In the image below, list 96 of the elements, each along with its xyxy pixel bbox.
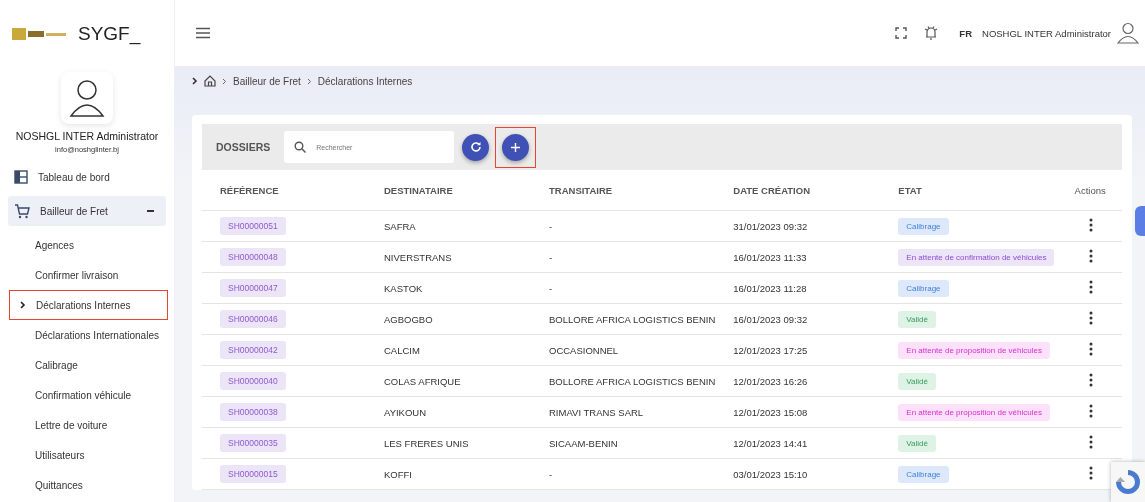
table-cell: CALCIM: [384, 344, 420, 356]
more-icon[interactable]: [1088, 342, 1093, 356]
table-cell: 16/01/2023 11:33: [733, 251, 807, 263]
reference-tag[interactable]: SH00000051: [220, 217, 286, 235]
breadcrumb-item: Déclarations Internes: [317, 75, 413, 87]
reference-tag[interactable]: SH00000048: [220, 248, 286, 266]
table-cell: -: [549, 251, 553, 263]
nav-item[interactable]: Lettre de voiture: [8, 410, 166, 440]
table-cell: 16/01/2023 11:28: [733, 282, 807, 294]
nav-item[interactable]: Bailleur de Fret: [8, 196, 166, 226]
reference-tag[interactable]: SH00000042: [220, 341, 286, 359]
table-cell: 03/01/2023 15:10: [733, 468, 808, 480]
more-icon[interactable]: [1088, 373, 1093, 387]
status-tag: Calibrage: [898, 217, 949, 235]
more-icon[interactable]: [1088, 249, 1093, 263]
separator-icon: [306, 77, 312, 85]
column-header: TRANSITAIRE: [531, 170, 716, 211]
column-header: RÉFÉRENCE: [202, 170, 366, 211]
chevron-icon: [192, 77, 198, 85]
table-cell: SAFRA: [384, 220, 416, 232]
column-header: Actions: [1059, 170, 1122, 211]
table-cell: 16/01/2023 09:32: [733, 313, 808, 325]
more-icon[interactable]: [1088, 435, 1093, 449]
bell-icon[interactable]: [923, 25, 940, 41]
table-cell: 12/01/2023 17:25: [733, 344, 808, 356]
section-title: DOSSIERS: [216, 141, 271, 153]
column-header: ETAT: [880, 170, 1060, 211]
refresh-icon: [469, 141, 482, 153]
status-tag: En attente de proposition de véhicules: [898, 403, 1050, 421]
status-tag: Calibrage: [898, 465, 949, 483]
status-tag: En attente de proposition de véhicules: [898, 341, 1050, 359]
fullscreen-icon[interactable]: [895, 27, 908, 39]
settings-tab[interactable]: [1135, 206, 1145, 236]
table-cell: 12/01/2023 16:26: [733, 375, 808, 387]
nav-item[interactable]: Tableau de bord: [8, 162, 166, 192]
add-button[interactable]: [502, 133, 530, 161]
table-cell: NIVERSTRANS: [384, 251, 452, 263]
table-cell: AYIKOUN: [384, 406, 427, 418]
nav-item[interactable]: Confirmer livraison: [8, 260, 166, 290]
status-tag: Validé: [898, 372, 936, 390]
nav-item[interactable]: Agences: [8, 230, 166, 260]
table-cell: AGBOGBO: [384, 313, 433, 325]
more-icon[interactable]: [1088, 280, 1093, 294]
nav-item[interactable]: Déclarations Internationales: [8, 320, 166, 350]
cart-icon: [14, 203, 30, 219]
nav-item[interactable]: Confirmation véhicule: [8, 380, 166, 410]
status-tag: En attente de confirmation de véhicules: [898, 248, 1055, 266]
more-icon[interactable]: [1088, 311, 1093, 325]
table-cell: BOLLORE AFRICA LOGISTICS BENIN: [549, 375, 716, 387]
chevron-icon: [20, 301, 26, 309]
language-selector[interactable]: FR: [959, 27, 972, 39]
status-tag: Validé: [898, 310, 936, 328]
nav-item[interactable]: Déclarations Internes: [9, 290, 168, 320]
avatar-icon: [61, 72, 113, 124]
table-cell: 12/01/2023 14:41: [733, 437, 808, 449]
table-cell: SICAAM-BENIN: [549, 437, 618, 449]
table-cell: BOLLORE AFRICA LOGISTICS BENIN: [549, 313, 716, 325]
reference-tag[interactable]: SH00000047: [220, 279, 286, 297]
table-cell: 12/01/2023 15:08: [733, 406, 808, 418]
table-cell: LES FRERES UNIS: [384, 437, 469, 449]
profile-name: NOSHGL INTER Administrator: [14, 130, 160, 142]
refresh-button[interactable]: [462, 133, 490, 161]
nav-item[interactable]: Quittances: [8, 470, 166, 500]
table-cell: RIMAVI TRANS SARL: [549, 406, 644, 418]
table-cell: KOFFI: [384, 468, 412, 480]
reference-tag[interactable]: SH00000046: [220, 310, 286, 328]
logo-drawing: [12, 27, 66, 41]
user-name[interactable]: NOSHGL INTER Administrator: [982, 27, 1111, 39]
status-tag: Calibrage: [898, 279, 949, 297]
more-icon[interactable]: [1088, 466, 1093, 480]
reference-tag[interactable]: SH00000038: [220, 403, 286, 421]
table-cell: -: [549, 468, 553, 480]
reference-tag[interactable]: SH00000040: [220, 372, 286, 390]
table-cell: 31/01/2023 09:32: [733, 220, 808, 232]
breadcrumb-item[interactable]: Bailleur de Fret: [233, 75, 301, 87]
menu-icon[interactable]: [196, 27, 210, 39]
table-cell: OCCASIONNEL: [549, 344, 619, 356]
column-header: DESTINATAIRE: [366, 170, 531, 211]
dashboard-icon: [14, 170, 28, 184]
reference-tag[interactable]: SH00000015: [220, 465, 286, 483]
separator-icon: [222, 77, 227, 85]
column-header: DATE CRÉATION: [715, 170, 881, 211]
more-icon[interactable]: [1088, 404, 1093, 418]
table-cell: -: [549, 282, 553, 294]
reference-tag[interactable]: SH00000035: [220, 434, 286, 452]
more-icon[interactable]: [1088, 218, 1093, 232]
table-cell: KASTOK: [384, 282, 423, 294]
nav-item[interactable]: Utilisateurs: [8, 440, 166, 470]
app-title: SYGF_: [78, 23, 141, 45]
table-cell: -: [549, 220, 553, 232]
nav-item[interactable]: Calibrage: [8, 350, 166, 380]
user-icon[interactable]: [1117, 22, 1139, 44]
table-cell: COLAS AFRIQUE: [384, 375, 461, 387]
home-icon[interactable]: [204, 75, 216, 87]
plus-icon: [510, 141, 522, 153]
status-tag: Validé: [898, 434, 936, 452]
